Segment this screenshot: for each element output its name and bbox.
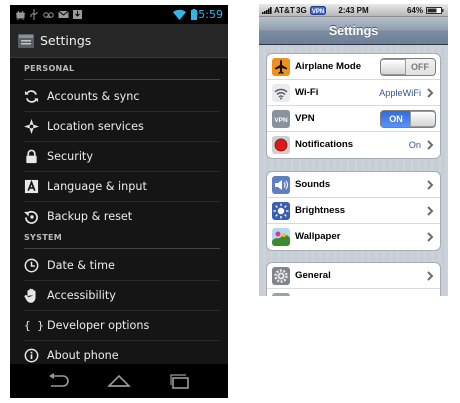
settings-item-label: Language & input xyxy=(47,180,147,193)
switch-state-label: OFF xyxy=(411,62,429,72)
settings-item-notifications[interactable]: Notifications On xyxy=(267,132,440,158)
switch-knob xyxy=(381,59,406,75)
chevron-right-icon xyxy=(427,180,434,190)
settings-item-partial[interactable] xyxy=(267,289,440,296)
status-clock: 05:59 xyxy=(191,8,223,21)
vpn-switch[interactable]: ON xyxy=(380,110,436,128)
vpn-icon-text: VPN xyxy=(274,117,288,124)
settings-item-vpn[interactable]: VPN VPN ON xyxy=(267,106,440,132)
settings-item-label: Sounds xyxy=(295,179,331,190)
settings-item-label: Location services xyxy=(47,120,144,133)
switch-state-label: ON xyxy=(389,114,403,124)
clock-icon xyxy=(24,258,39,273)
settings-item-location-services[interactable]: Location services xyxy=(10,112,228,142)
settings-item-label: Wi-Fi xyxy=(295,87,319,98)
settings-item-developer-options[interactable]: { } Developer options xyxy=(10,311,228,341)
wifi-icon xyxy=(272,84,290,102)
settings-item-wifi[interactable]: Wi-Fi AppleWiFi xyxy=(267,80,440,106)
brightness-icon xyxy=(272,202,290,220)
settings-item-label: VPN xyxy=(295,113,315,124)
switch-knob xyxy=(410,111,435,127)
settings-group-general: General xyxy=(266,262,441,296)
section-header-personal: PERSONAL xyxy=(24,62,220,80)
wifi-icon xyxy=(173,9,186,20)
section-header-system: SYSTEM xyxy=(24,231,220,249)
sync-icon xyxy=(24,90,39,103)
settings-app-icon[interactable] xyxy=(18,33,34,49)
chevron-right-icon xyxy=(427,206,434,216)
settings-item-label: Backup & reset xyxy=(47,210,133,223)
usb-icon xyxy=(30,9,38,20)
recent-apps-icon[interactable] xyxy=(168,373,192,389)
battery-icon xyxy=(426,7,444,14)
notifications-value: On xyxy=(408,140,421,150)
settings-item-label: About phone xyxy=(47,349,119,362)
gear-icon xyxy=(272,267,290,285)
chevron-right-icon xyxy=(427,140,434,150)
settings-item-label: General xyxy=(295,270,331,281)
lock-icon xyxy=(26,149,37,164)
settings-group-display: Sounds Brightness Wallpaper xyxy=(266,171,441,251)
iphone-settings-screen: AT&T 3G VPN 2:43 PM 64% Settings Airplan… xyxy=(259,4,448,296)
settings-item-date-time[interactable]: Date & time xyxy=(10,251,228,281)
chevron-right-icon xyxy=(427,271,434,281)
settings-item-label: Date & time xyxy=(47,259,115,272)
settings-item-sounds[interactable]: Sounds xyxy=(267,172,440,198)
app-icon xyxy=(272,293,290,296)
settings-item-accounts-sync[interactable]: Accounts & sync xyxy=(10,82,228,112)
notifications-icon xyxy=(272,136,290,154)
settings-item-security[interactable]: Security xyxy=(10,142,228,172)
airplane-mode-switch[interactable]: OFF xyxy=(380,58,436,76)
settings-group-connectivity: Airplane Mode OFF Wi-Fi AppleWiFi VPN VP… xyxy=(266,53,441,159)
chevron-right-icon xyxy=(427,88,434,98)
info-icon xyxy=(24,348,39,363)
settings-item-label: Airplane Mode xyxy=(295,61,362,72)
settings-table: Airplane Mode OFF Wi-Fi AppleWiFi VPN VP… xyxy=(259,46,448,296)
settings-item-label: Security xyxy=(47,150,93,163)
settings-item-backup-reset[interactable]: Backup & reset xyxy=(10,202,228,232)
wifi-network-name: AppleWiFi xyxy=(379,88,421,98)
settings-item-label: Developer options xyxy=(47,319,150,332)
settings-item-airplane-mode[interactable]: Airplane Mode OFF xyxy=(267,54,440,80)
settings-item-general[interactable]: General xyxy=(267,263,440,289)
home-icon[interactable] xyxy=(107,373,131,389)
android-nav-bar xyxy=(10,364,228,398)
android-status-bar: 05:59 xyxy=(10,5,228,24)
action-bar: Settings xyxy=(10,24,228,58)
settings-item-label: Brightness xyxy=(295,205,346,216)
braces-icon: { } xyxy=(24,319,44,332)
keyboard-a-icon xyxy=(24,179,39,194)
settings-item-brightness[interactable]: Brightness xyxy=(267,198,440,224)
iphone-status-bar: AT&T 3G VPN 2:43 PM 64% xyxy=(259,4,448,17)
page-title: Settings xyxy=(40,33,92,48)
settings-item-language-input[interactable]: Language & input xyxy=(10,172,228,202)
settings-item-label: Wallpaper xyxy=(295,231,341,242)
usb-debug-icon xyxy=(16,10,25,20)
speaker-icon xyxy=(272,176,290,194)
settings-item-wallpaper[interactable]: Wallpaper xyxy=(267,224,440,250)
backup-icon xyxy=(24,211,38,224)
airplane-icon xyxy=(272,58,290,76)
download-icon xyxy=(73,10,82,19)
settings-item-accessibility[interactable]: Accessibility xyxy=(10,281,228,311)
hand-icon xyxy=(24,288,36,303)
page-title: Settings xyxy=(328,24,379,38)
voicemail-icon xyxy=(43,12,54,18)
back-icon[interactable] xyxy=(47,373,71,389)
iphone-nav-bar: Settings xyxy=(259,17,448,45)
chevron-right-icon xyxy=(427,232,434,242)
android-settings-screen: 05:59 Settings PERSONAL Accounts & sync … xyxy=(10,5,228,398)
settings-item-label: Accounts & sync xyxy=(47,90,140,103)
settings-item-label: Accessibility xyxy=(47,289,116,302)
wallpaper-icon xyxy=(272,228,290,246)
location-icon xyxy=(24,119,39,134)
battery-percent: 64% xyxy=(406,6,423,15)
email-icon xyxy=(58,10,69,18)
settings-item-label: Notifications xyxy=(295,139,354,150)
vpn-icon: VPN xyxy=(272,110,290,128)
